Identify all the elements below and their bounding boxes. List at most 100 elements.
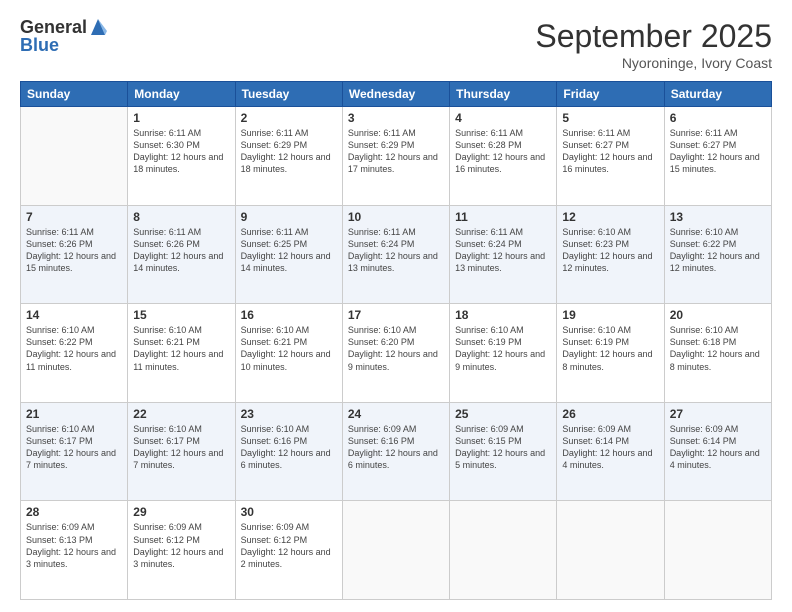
day-info: Sunrise: 6:09 AMSunset: 6:16 PMDaylight:… (348, 423, 444, 472)
weekday-header-saturday: Saturday (664, 82, 771, 107)
day-number: 28 (26, 505, 122, 519)
day-number: 16 (241, 308, 337, 322)
calendar-cell (450, 501, 557, 600)
day-info: Sunrise: 6:11 AMSunset: 6:30 PMDaylight:… (133, 127, 229, 176)
calendar-cell: 29 Sunrise: 6:09 AMSunset: 6:12 PMDayligh… (128, 501, 235, 600)
calendar-cell: 30 Sunrise: 6:09 AMSunset: 6:12 PMDayligh… (235, 501, 342, 600)
day-number: 15 (133, 308, 229, 322)
day-number: 26 (562, 407, 658, 421)
day-info: Sunrise: 6:11 AMSunset: 6:27 PMDaylight:… (670, 127, 766, 176)
calendar-cell: 22 Sunrise: 6:10 AMSunset: 6:17 PMDayligh… (128, 402, 235, 501)
calendar-cell (664, 501, 771, 600)
calendar-week-4: 21 Sunrise: 6:10 AMSunset: 6:17 PMDayligh… (21, 402, 772, 501)
calendar-cell: 21 Sunrise: 6:10 AMSunset: 6:17 PMDayligh… (21, 402, 128, 501)
day-info: Sunrise: 6:10 AMSunset: 6:19 PMDaylight:… (455, 324, 551, 373)
day-number: 29 (133, 505, 229, 519)
location: Nyoroninge, Ivory Coast (535, 55, 772, 71)
day-number: 30 (241, 505, 337, 519)
day-info: Sunrise: 6:10 AMSunset: 6:16 PMDaylight:… (241, 423, 337, 472)
calendar-cell: 2Sunrise: 6:11 AMSunset: 6:29 PMDaylight… (235, 107, 342, 206)
day-number: 20 (670, 308, 766, 322)
day-info: Sunrise: 6:09 AMSunset: 6:13 PMDaylight:… (26, 521, 122, 570)
calendar-header-row: SundayMondayTuesdayWednesdayThursdayFrid… (21, 82, 772, 107)
calendar-cell (21, 107, 128, 206)
day-number: 13 (670, 210, 766, 224)
calendar-cell: 27 Sunrise: 6:09 AMSunset: 6:14 PMDayligh… (664, 402, 771, 501)
day-number: 3 (348, 111, 444, 125)
day-info: Sunrise: 6:09 AMSunset: 6:15 PMDaylight:… (455, 423, 551, 472)
calendar-cell: 12 Sunrise: 6:10 AMSunset: 6:23 PMDayligh… (557, 205, 664, 304)
calendar-cell: 28 Sunrise: 6:09 AMSunset: 6:13 PMDayligh… (21, 501, 128, 600)
day-number: 2 (241, 111, 337, 125)
day-info: Sunrise: 6:11 AMSunset: 6:24 PMDaylight:… (455, 226, 551, 275)
weekday-header-sunday: Sunday (21, 82, 128, 107)
day-info: Sunrise: 6:10 AMSunset: 6:22 PMDaylight:… (670, 226, 766, 275)
day-info: Sunrise: 6:10 AMSunset: 6:21 PMDaylight:… (133, 324, 229, 373)
day-number: 8 (133, 210, 229, 224)
day-number: 11 (455, 210, 551, 224)
day-number: 17 (348, 308, 444, 322)
title-block: September 2025 Nyoroninge, Ivory Coast (535, 18, 772, 71)
calendar-week-1: 1Sunrise: 6:11 AMSunset: 6:30 PMDaylight… (21, 107, 772, 206)
day-number: 25 (455, 407, 551, 421)
day-number: 24 (348, 407, 444, 421)
day-info: Sunrise: 6:11 AMSunset: 6:26 PMDaylight:… (26, 226, 122, 275)
calendar-cell: 25 Sunrise: 6:09 AMSunset: 6:15 PMDayligh… (450, 402, 557, 501)
calendar-cell: 1Sunrise: 6:11 AMSunset: 6:30 PMDaylight… (128, 107, 235, 206)
calendar-week-5: 28 Sunrise: 6:09 AMSunset: 6:13 PMDayligh… (21, 501, 772, 600)
day-info: Sunrise: 6:11 AMSunset: 6:29 PMDaylight:… (348, 127, 444, 176)
day-number: 22 (133, 407, 229, 421)
day-number: 12 (562, 210, 658, 224)
day-info: Sunrise: 6:10 AMSunset: 6:17 PMDaylight:… (133, 423, 229, 472)
calendar-cell: 24 Sunrise: 6:09 AMSunset: 6:16 PMDayligh… (342, 402, 449, 501)
day-number: 7 (26, 210, 122, 224)
day-number: 4 (455, 111, 551, 125)
calendar-cell: 26 Sunrise: 6:09 AMSunset: 6:14 PMDayligh… (557, 402, 664, 501)
day-info: Sunrise: 6:11 AMSunset: 6:26 PMDaylight:… (133, 226, 229, 275)
day-info: Sunrise: 6:10 AMSunset: 6:21 PMDaylight:… (241, 324, 337, 373)
day-info: Sunrise: 6:11 AMSunset: 6:27 PMDaylight:… (562, 127, 658, 176)
day-number: 6 (670, 111, 766, 125)
calendar-cell: 14Sunrise: 6:10 AMSunset: 6:22 PMDayligh… (21, 304, 128, 403)
day-number: 19 (562, 308, 658, 322)
day-info: Sunrise: 6:10 AMSunset: 6:22 PMDaylight:… (26, 324, 122, 373)
calendar-week-3: 14Sunrise: 6:10 AMSunset: 6:22 PMDayligh… (21, 304, 772, 403)
day-number: 21 (26, 407, 122, 421)
day-number: 9 (241, 210, 337, 224)
day-info: Sunrise: 6:10 AMSunset: 6:19 PMDaylight:… (562, 324, 658, 373)
calendar-cell: 19 Sunrise: 6:10 AMSunset: 6:19 PMDayligh… (557, 304, 664, 403)
calendar-cell (557, 501, 664, 600)
day-info: Sunrise: 6:09 AMSunset: 6:14 PMDaylight:… (562, 423, 658, 472)
day-info: Sunrise: 6:09 AMSunset: 6:14 PMDaylight:… (670, 423, 766, 472)
calendar-cell: 6 Sunrise: 6:11 AMSunset: 6:27 PMDaylight… (664, 107, 771, 206)
day-info: Sunrise: 6:11 AMSunset: 6:24 PMDaylight:… (348, 226, 444, 275)
calendar-cell: 9 Sunrise: 6:11 AMSunset: 6:25 PMDaylight… (235, 205, 342, 304)
calendar-cell: 5Sunrise: 6:11 AMSunset: 6:27 PMDaylight… (557, 107, 664, 206)
day-info: Sunrise: 6:09 AMSunset: 6:12 PMDaylight:… (133, 521, 229, 570)
calendar-cell: 23Sunrise: 6:10 AMSunset: 6:16 PMDayligh… (235, 402, 342, 501)
weekday-header-wednesday: Wednesday (342, 82, 449, 107)
day-info: Sunrise: 6:10 AMSunset: 6:20 PMDaylight:… (348, 324, 444, 373)
calendar-cell: 4 Sunrise: 6:11 AMSunset: 6:28 PMDaylight… (450, 107, 557, 206)
day-number: 10 (348, 210, 444, 224)
weekday-header-monday: Monday (128, 82, 235, 107)
header: General Blue September 2025 Nyoroninge, … (20, 18, 772, 71)
calendar-week-2: 7 Sunrise: 6:11 AMSunset: 6:26 PMDaylight… (21, 205, 772, 304)
day-number: 18 (455, 308, 551, 322)
weekday-header-friday: Friday (557, 82, 664, 107)
weekday-header-thursday: Thursday (450, 82, 557, 107)
logo-icon (89, 17, 107, 37)
day-info: Sunrise: 6:11 AMSunset: 6:28 PMDaylight:… (455, 127, 551, 176)
logo: General Blue (20, 18, 107, 56)
calendar-cell: 16 Sunrise: 6:10 AMSunset: 6:21 PMDayligh… (235, 304, 342, 403)
day-info: Sunrise: 6:10 AMSunset: 6:17 PMDaylight:… (26, 423, 122, 472)
calendar-cell: 17 Sunrise: 6:10 AMSunset: 6:20 PMDayligh… (342, 304, 449, 403)
day-number: 27 (670, 407, 766, 421)
calendar-cell: 8 Sunrise: 6:11 AMSunset: 6:26 PMDaylight… (128, 205, 235, 304)
calendar: SundayMondayTuesdayWednesdayThursdayFrid… (20, 81, 772, 600)
day-info: Sunrise: 6:11 AMSunset: 6:25 PMDaylight:… (241, 226, 337, 275)
calendar-cell (342, 501, 449, 600)
day-info: Sunrise: 6:10 AMSunset: 6:23 PMDaylight:… (562, 226, 658, 275)
day-info: Sunrise: 6:10 AMSunset: 6:18 PMDaylight:… (670, 324, 766, 373)
day-info: Sunrise: 6:09 AMSunset: 6:12 PMDaylight:… (241, 521, 337, 570)
